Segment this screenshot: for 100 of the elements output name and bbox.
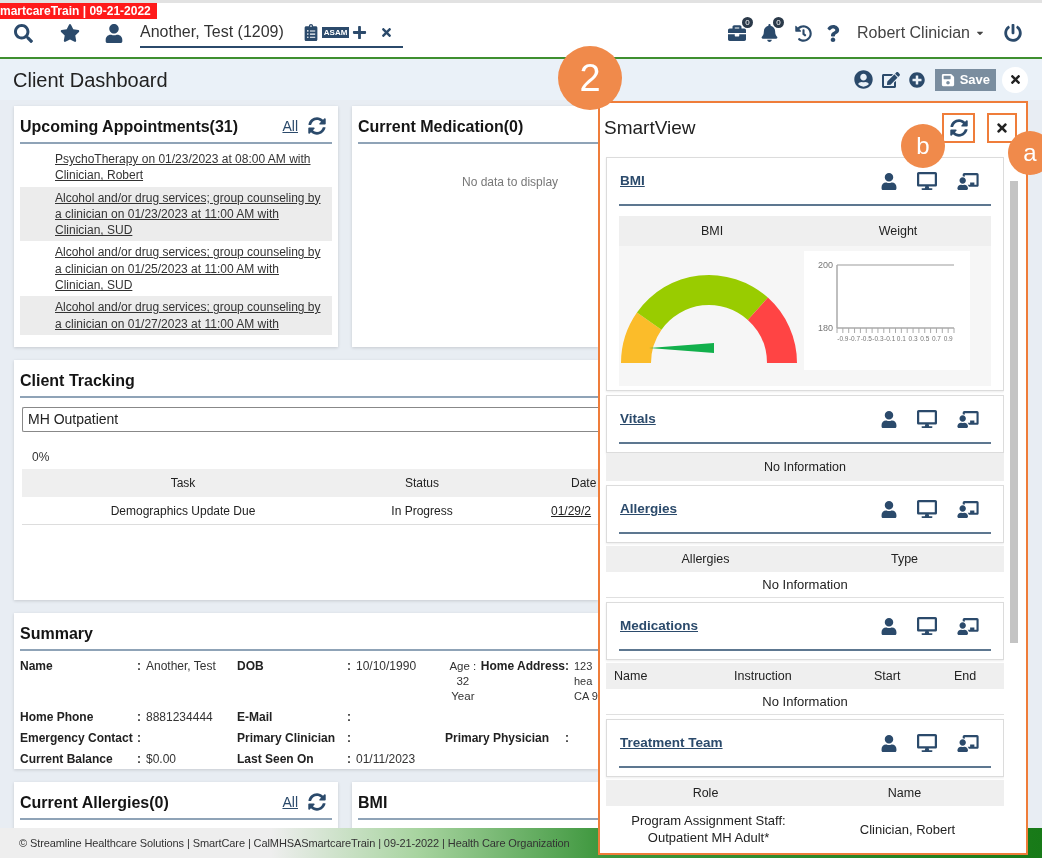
separator: : [565, 731, 569, 746]
field-label: Emergency Contact [20, 731, 133, 746]
monitor-icon[interactable] [917, 410, 937, 428]
close-button[interactable] [1002, 66, 1028, 93]
help-icon[interactable] [826, 24, 841, 42]
star-icon[interactable] [60, 23, 80, 43]
section-link[interactable]: BMI [619, 170, 645, 192]
section-link[interactable]: Treatment Team [619, 732, 723, 754]
column-header: Date [570, 475, 598, 492]
all-link[interactable]: All [282, 795, 298, 809]
edit-icon[interactable] [881, 70, 900, 89]
column-header: Role [691, 784, 720, 802]
separator: : [347, 659, 351, 674]
tick-label: 200 [817, 260, 833, 270]
person-icon[interactable] [881, 500, 897, 518]
all-link[interactable]: All [282, 119, 298, 133]
presenter-icon[interactable] [957, 500, 979, 518]
monitor-icon[interactable] [917, 172, 937, 190]
column-header: Instruction [734, 667, 793, 685]
asam-badge[interactable]: ASAM [321, 26, 350, 38]
person-icon[interactable] [881, 617, 897, 635]
refresh-icon[interactable] [308, 117, 326, 135]
field-label: Home Phone [20, 710, 94, 725]
card-title: Upcoming Appointments(31) [20, 119, 239, 135]
presenter-icon[interactable] [957, 734, 979, 752]
refresh-icon [949, 119, 968, 137]
save-icon [940, 72, 955, 87]
column-header: BMI [699, 222, 725, 240]
power-icon[interactable] [1004, 24, 1022, 42]
bell-icon[interactable] [761, 24, 779, 42]
table-cell-text: Program Assignment Staff: Outpatient MH Adult* [630, 812, 787, 846]
monitor-icon[interactable] [917, 734, 937, 752]
field-label: Primary Clinician [237, 731, 336, 746]
person-icon[interactable] [881, 172, 897, 190]
field-value: Another, Test [146, 659, 216, 674]
section-link[interactable]: Vitals [619, 408, 656, 430]
card-title: Client Tracking [20, 373, 135, 389]
presenter-icon[interactable] [957, 410, 979, 428]
empty-message: No data to display [462, 175, 559, 189]
field-label: DOB [237, 659, 264, 674]
section-link[interactable]: Allergies [619, 498, 678, 520]
field-label: Home Address [480, 659, 565, 674]
tick-label: 180 [817, 323, 833, 333]
separator: : [565, 659, 569, 674]
person-icon[interactable] [105, 23, 123, 43]
field-label: Last Seen On [237, 752, 314, 767]
briefcase-icon[interactable] [727, 24, 748, 42]
program-select[interactable]: MH Outpatient [22, 407, 598, 432]
card-title: Summary [20, 626, 93, 642]
column-header: Allergies [680, 550, 731, 568]
separator: : [137, 731, 141, 746]
user-menu[interactable]: Robert Clinician [857, 21, 985, 45]
client-name[interactable]: Another, Test (1209) [140, 20, 284, 44]
field-value: $0.00 [146, 752, 177, 767]
scrollbar[interactable] [1010, 181, 1018, 643]
field-value: 01/11/2023 [356, 752, 416, 767]
separator: : [137, 752, 141, 767]
history-icon[interactable] [795, 24, 813, 42]
count-badge: 0 [773, 17, 785, 28]
field-label: Name [20, 659, 53, 674]
refresh-button[interactable] [942, 113, 975, 143]
column-header: Weight [877, 222, 919, 240]
person-icon[interactable] [881, 410, 897, 428]
presenter-icon[interactable] [957, 172, 979, 190]
field-value: 8881234444 [146, 710, 213, 725]
person-icon[interactable] [881, 734, 897, 752]
presenter-icon[interactable] [957, 617, 979, 635]
appointment-link[interactable]: PsychoTherapy on 01/23/2023 at 08:00 AM with Clinician, Robert [55, 151, 324, 184]
field-label: E-Mail [237, 710, 273, 725]
card-title: Current Medication(0) [358, 119, 524, 135]
table-cell-text: In Progress [390, 502, 454, 520]
footer-text: © Streamline Healthcare Solutions | SmartCare | CalMHSASmartcareTrain | 09-21-2022 | Health Care Organization [19, 835, 570, 851]
clipboard-icon[interactable] [303, 23, 318, 41]
appointment-link[interactable]: Alcohol and/or drug services; group counseling by a clinician on 01/25/2023 at 11:00 AM with Clinician, SUD [55, 244, 324, 294]
separator: : [347, 752, 351, 767]
page-title: Client Dashboard [13, 67, 168, 93]
separator: : [347, 710, 351, 725]
monitor-icon[interactable] [917, 617, 937, 635]
count-badge: 0 [742, 17, 754, 28]
environment-label: martcareTrain | 09-21-2022 [0, 3, 157, 19]
y-axis [836, 264, 838, 329]
column-header: Type [889, 550, 920, 568]
column-header: End [954, 667, 978, 685]
field-label: Primary Physician [445, 731, 550, 746]
close-icon[interactable] [380, 25, 394, 39]
section-link[interactable]: Medications [619, 615, 698, 637]
table-cell-text: Demographics Update Due [109, 502, 257, 520]
client-selector[interactable]: Another, Test (1209) ASAM [140, 18, 403, 48]
card-title: BMI [358, 795, 388, 811]
card-title: Current Allergies(0) [20, 795, 169, 811]
date-link[interactable]: 01/29/2 [500, 501, 598, 520]
monitor-icon[interactable] [917, 500, 937, 518]
age-text: Age : 32 Year [448, 659, 478, 704]
search-icon[interactable] [14, 23, 33, 43]
column-header: Task [169, 475, 197, 492]
refresh-icon[interactable] [308, 793, 326, 811]
add-icon[interactable] [352, 24, 368, 40]
field-label: Current Balance [20, 752, 113, 767]
column-header: Name [614, 667, 649, 685]
table-cell-text: Clinician, Robert [858, 820, 957, 838]
